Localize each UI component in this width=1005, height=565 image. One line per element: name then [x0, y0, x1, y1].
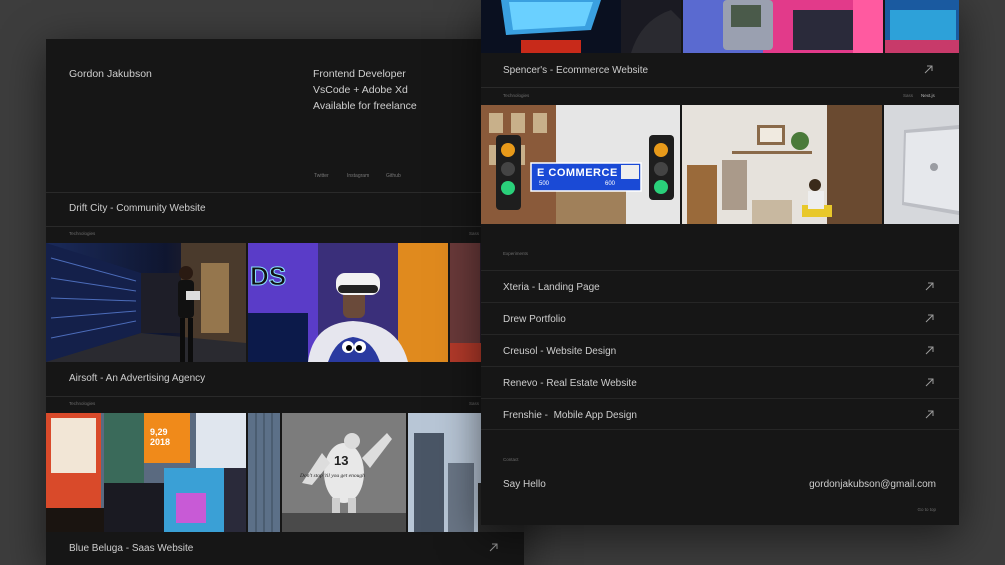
experiment-row[interactable]: Drew Portfolio — [481, 302, 959, 334]
street-sign-number-right: 600 — [605, 181, 616, 187]
go-to-top-link[interactable]: Go to top — [917, 507, 936, 512]
portfolio-page-right: Spencer's - Ecommerce Website Technologi… — [481, 0, 959, 525]
arrow-up-right-icon[interactable] — [925, 346, 934, 355]
project-gallery-drift-city[interactable]: DS — [46, 243, 524, 362]
jersey-number: 13 — [334, 453, 349, 468]
experiments-label: Experiments — [503, 251, 529, 256]
billboard-date-text: 9,29 2018 — [150, 427, 171, 447]
tech-tag-sass: Sass — [469, 231, 480, 236]
street-sign-text: E COMMERCE — [537, 167, 618, 179]
technologies-label: Technologies — [69, 231, 96, 236]
arrow-up-right-icon[interactable] — [925, 282, 934, 291]
contact-label: Contact — [503, 457, 519, 462]
gallery-image-gaming-monitor — [481, 0, 681, 53]
tech-tag-nextjs: Next.js — [921, 93, 935, 98]
tech-tag-sass: Sass — [903, 93, 914, 98]
project-title-drift-city[interactable]: Drift City - Community Website — [69, 203, 206, 214]
gallery-image-laptop — [884, 105, 959, 224]
project-gallery-airsoft[interactable]: 9,29 2018 13 Don't stop 'til you get eno… — [46, 413, 524, 532]
divider — [46, 226, 524, 227]
gallery-image-building — [248, 413, 280, 532]
divider — [46, 192, 524, 193]
arrow-up-right-icon[interactable] — [924, 65, 933, 74]
tech-tag-sass: Sass — [469, 401, 480, 406]
project-title-spencers[interactable]: Spencer's - Ecommerce Website — [503, 65, 648, 76]
experiment-title: Creusol - Website Design — [503, 346, 617, 357]
gallery-image-gameboy — [683, 0, 883, 53]
say-hello-heading: Say Hello — [503, 479, 546, 490]
divider — [481, 87, 959, 88]
poster-caption: Don't stop 'til you get enough — [300, 473, 365, 479]
project-gallery-top[interactable] — [481, 0, 959, 53]
technologies-label: Technologies — [503, 93, 530, 98]
gallery-image-vr-headset: DS — [248, 243, 448, 362]
experiment-row[interactable]: Creusol - Website Design — [481, 334, 959, 366]
gallery-image-office — [682, 105, 882, 224]
street-sign-number-left: 500 — [539, 181, 550, 187]
intro-role: Frontend Developer — [313, 68, 406, 80]
gallery-image-times-square: 9,29 2018 — [46, 413, 246, 532]
project-gallery-spencers[interactable]: E COMMERCE 500 600 — [481, 105, 959, 224]
owner-name: Gordon Jakubson — [69, 68, 152, 80]
gallery-image-server-room — [46, 243, 246, 362]
instagram-link[interactable]: Instagram — [347, 173, 369, 179]
gallery-image-football-poster: 13 Don't stop 'til you get enough — [282, 413, 406, 532]
experiment-row[interactable]: Frenshie - Mobile App Design — [481, 398, 959, 430]
vr-sign-text: DS — [249, 261, 287, 292]
experiment-row[interactable]: Renevo - Real Estate Website — [481, 366, 959, 398]
arrow-up-right-icon[interactable] — [925, 378, 934, 387]
experiment-row[interactable]: Xteria - Landing Page — [481, 270, 959, 302]
intro-availability: Available for freelance — [313, 100, 417, 112]
portfolio-page-left: Gordon Jakubson Frontend Developer VsCod… — [46, 39, 524, 565]
twitter-link[interactable]: Twitter — [314, 173, 329, 179]
experiment-title: Xteria - Landing Page — [503, 282, 600, 293]
arrow-up-right-icon[interactable] — [489, 543, 498, 552]
gallery-image-street-sign: E COMMERCE 500 600 — [481, 105, 680, 224]
technologies-label: Technologies — [69, 401, 96, 406]
arrow-up-right-icon[interactable] — [925, 410, 934, 419]
email-link[interactable]: gordonjakubson@gmail.com — [809, 479, 936, 490]
experiment-title: Renevo - Real Estate Website — [503, 378, 637, 389]
arrow-up-right-icon[interactable] — [925, 314, 934, 323]
divider — [46, 396, 524, 397]
experiment-title: Drew Portfolio — [503, 314, 566, 325]
intro-tools: VsCode + Adobe Xd — [313, 84, 408, 96]
github-link[interactable]: Github — [386, 173, 401, 179]
project-title-blue-beluga[interactable]: Blue Beluga - Saas Website — [69, 543, 193, 554]
project-title-airsoft[interactable]: Airsoft - An Advertising Agency — [69, 373, 205, 384]
experiment-title: Frenshie - Mobile App Design — [503, 410, 637, 421]
gallery-image-arcade — [885, 0, 959, 53]
